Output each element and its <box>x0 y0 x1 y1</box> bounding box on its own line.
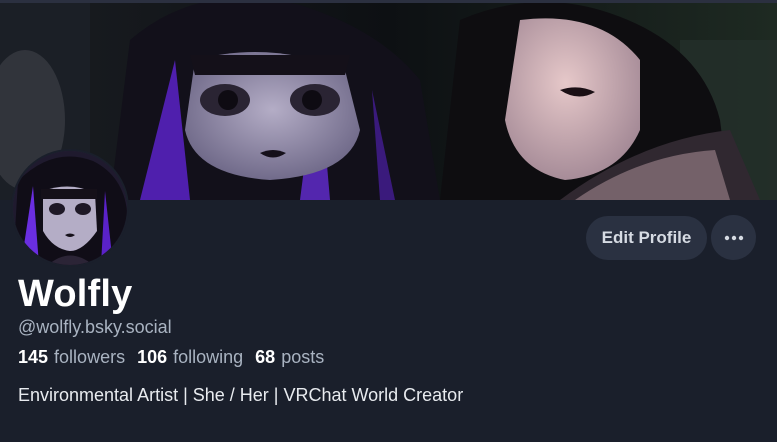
more-options-button[interactable] <box>711 215 756 260</box>
posts-label: posts <box>281 347 325 367</box>
profile-page: Edit Profile Wolfly @wolfly.bsky.social … <box>0 0 777 442</box>
edit-profile-button[interactable]: Edit Profile <box>586 216 707 260</box>
avatar[interactable] <box>11 149 129 267</box>
avatar-image <box>13 151 127 265</box>
profile-bio: Environmental Artist | She / Her | VRCha… <box>18 385 464 405</box>
following-count: 106 <box>137 347 168 367</box>
following-label: following <box>173 347 244 367</box>
profile-stats: 145 followers 106 following 68 posts <box>18 346 336 368</box>
posts-stat: 68 posts <box>255 346 324 368</box>
ellipsis-horizontal-icon <box>724 235 744 241</box>
posts-count: 68 <box>255 347 276 367</box>
followers-label: followers <box>54 347 126 367</box>
followers-link[interactable]: 145 followers <box>18 346 125 368</box>
handle: @wolfly.bsky.social <box>18 317 172 337</box>
following-link[interactable]: 106 following <box>137 346 243 368</box>
followers-count: 145 <box>18 347 49 367</box>
top-divider <box>0 0 777 3</box>
banner-image <box>0 0 777 200</box>
profile-banner[interactable] <box>0 0 777 200</box>
display-name: Wolfly <box>18 273 133 315</box>
